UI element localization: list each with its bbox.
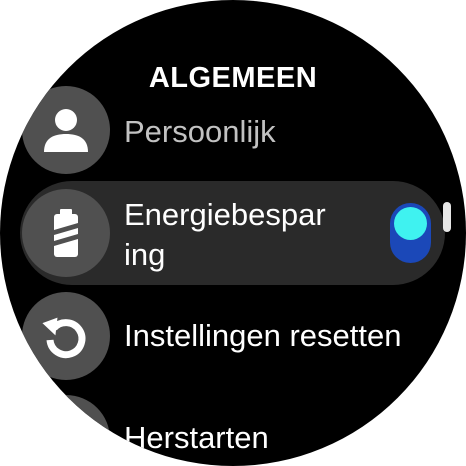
restart-icon <box>22 395 110 466</box>
menu-item-label: Persoonlijk <box>124 114 276 149</box>
watch-screen: ALGEMEEN Persoonlijk Energiebespar ing I… <box>0 0 466 466</box>
battery-saver-icon <box>22 189 110 277</box>
menu-item-label-line2: ing <box>124 237 166 272</box>
reset-icon <box>22 292 110 380</box>
menu-item-label-line1: Energiebespar <box>124 197 326 232</box>
scrollbar[interactable] <box>443 202 451 232</box>
person-icon <box>22 86 110 174</box>
toggle-knob <box>394 207 427 240</box>
menu-item-label: Herstarten <box>124 420 269 455</box>
energiebesparing-toggle[interactable] <box>390 203 431 263</box>
menu-item-label: Instellingen resetten <box>124 318 402 353</box>
